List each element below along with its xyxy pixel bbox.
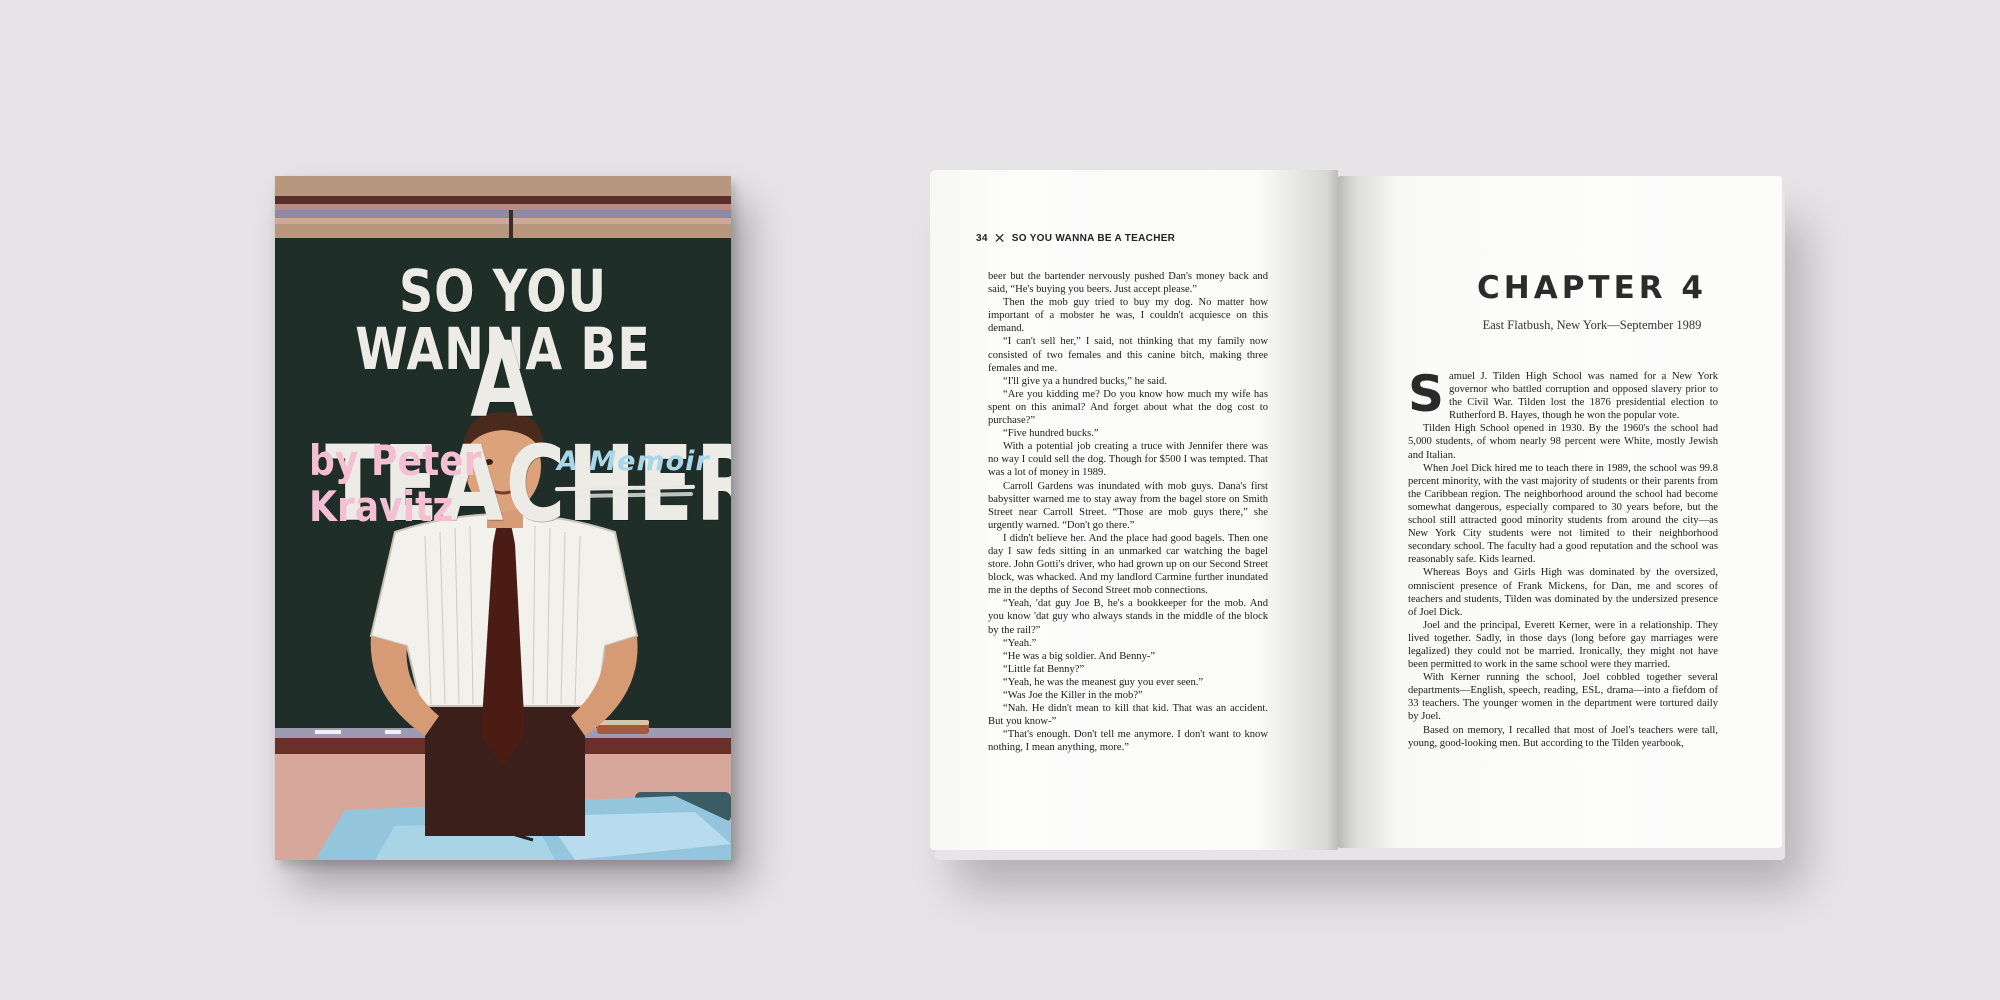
paragraph: Whereas Boys and Girls High was dominate… [1408,567,1718,618]
paragraph: “I'll give ya a hundred bucks,” he said. [1003,375,1167,387]
left-page: 34 ✕ SO YOU WANNA BE A TEACHER beer but … [930,170,1338,850]
cover-author-line2: Kravitz [309,482,454,531]
cover-trim [275,196,731,204]
cover-map-hook [509,210,513,238]
running-head-title: SO YOU WANNA BE A TEACHER [1011,233,1176,244]
first-paragraph-text: amuel J. Tilden High School was named fo… [1449,371,1718,422]
cover-trim-pink [275,204,731,210]
paragraph: “Yeah, 'dat guy Joe B, he's a bookkeeper… [988,598,1268,636]
cover-trim-lavender [275,210,731,218]
crossed-pencils-icon: ✕ [993,230,1006,246]
paragraph: Joel and the principal, Everett Kerner, … [1408,619,1718,671]
paragraph: “He was a big soldier. And Benny-” [1003,650,1156,662]
paragraph: beer but the bartender nervously pushed … [988,271,1268,296]
paragraph: With a potential job creating a truce wi… [988,441,1268,479]
paragraph: Based on memory, I recalled that most of… [1408,724,1718,749]
paragraph: “Little fat Benny?” [1003,663,1085,675]
cover-author-line1: by Peter [309,436,482,485]
paragraph: “Was Joe the Killer in the mob?” [1003,690,1143,701]
left-page-body: beer but the bartender nervously pushed … [988,270,1268,754]
first-paragraph: Samuel J. Tilden High School was named f… [1408,365,1718,423]
chalk-piece [315,730,341,734]
cover-trim-light [275,218,731,224]
book-cover: SO YOU WANNA BE A TEACHER by Peter Kravi… [275,176,731,860]
paragraph: “That's enough. Don't tell me anymore. I… [988,729,1268,754]
paragraph: Carroll Gardens was inundated with mob g… [988,480,1268,531]
cover-subtitle: A Memoir [557,446,710,477]
paragraph: With Kerner running the school, Joel cob… [1408,672,1718,723]
paragraph: I didn't believe her. And the place had … [988,532,1268,597]
paragraph: “Are you kidding me? Do you know how muc… [988,388,1268,427]
cover-author: by Peter Kravitz [309,438,482,530]
page-number: 34 [976,233,988,244]
paragraph: “Nah. He didn't mean to kill that kid. T… [988,703,1268,728]
paragraph: Tilden High School opened in 1930. By th… [1408,423,1718,461]
right-page: CHAPTER 4 East Flatbush, New York—Septem… [1338,176,1782,848]
paragraph: “Yeah.” [1003,637,1037,649]
paragraph: When Joel Dick hired me to teach there i… [1408,462,1718,566]
paragraph: “I can't sell her,” I said, not thinking… [988,336,1268,374]
paragraph: Then the mob guy tried to buy my dog. No… [988,297,1268,335]
chapter-title: CHAPTER 4 [1477,270,1707,306]
chapter-subtitle: East Flatbush, New York—September 1989 [1482,318,1702,332]
cover-trim-tan [275,224,731,238]
right-page-body: Samuel J. Tilden High School was named f… [1408,365,1718,750]
chalk-piece [385,730,401,734]
eraser-top [597,720,649,725]
drop-cap: S [1408,365,1445,423]
paragraph: “Five hundred bucks.” [1003,428,1099,440]
running-head: 34 ✕ SO YOU WANNA BE A TEACHER [976,230,1175,247]
cover-top-wall [275,176,731,196]
paragraph: “Yeah, he was the meanest guy you ever s… [1003,676,1204,688]
